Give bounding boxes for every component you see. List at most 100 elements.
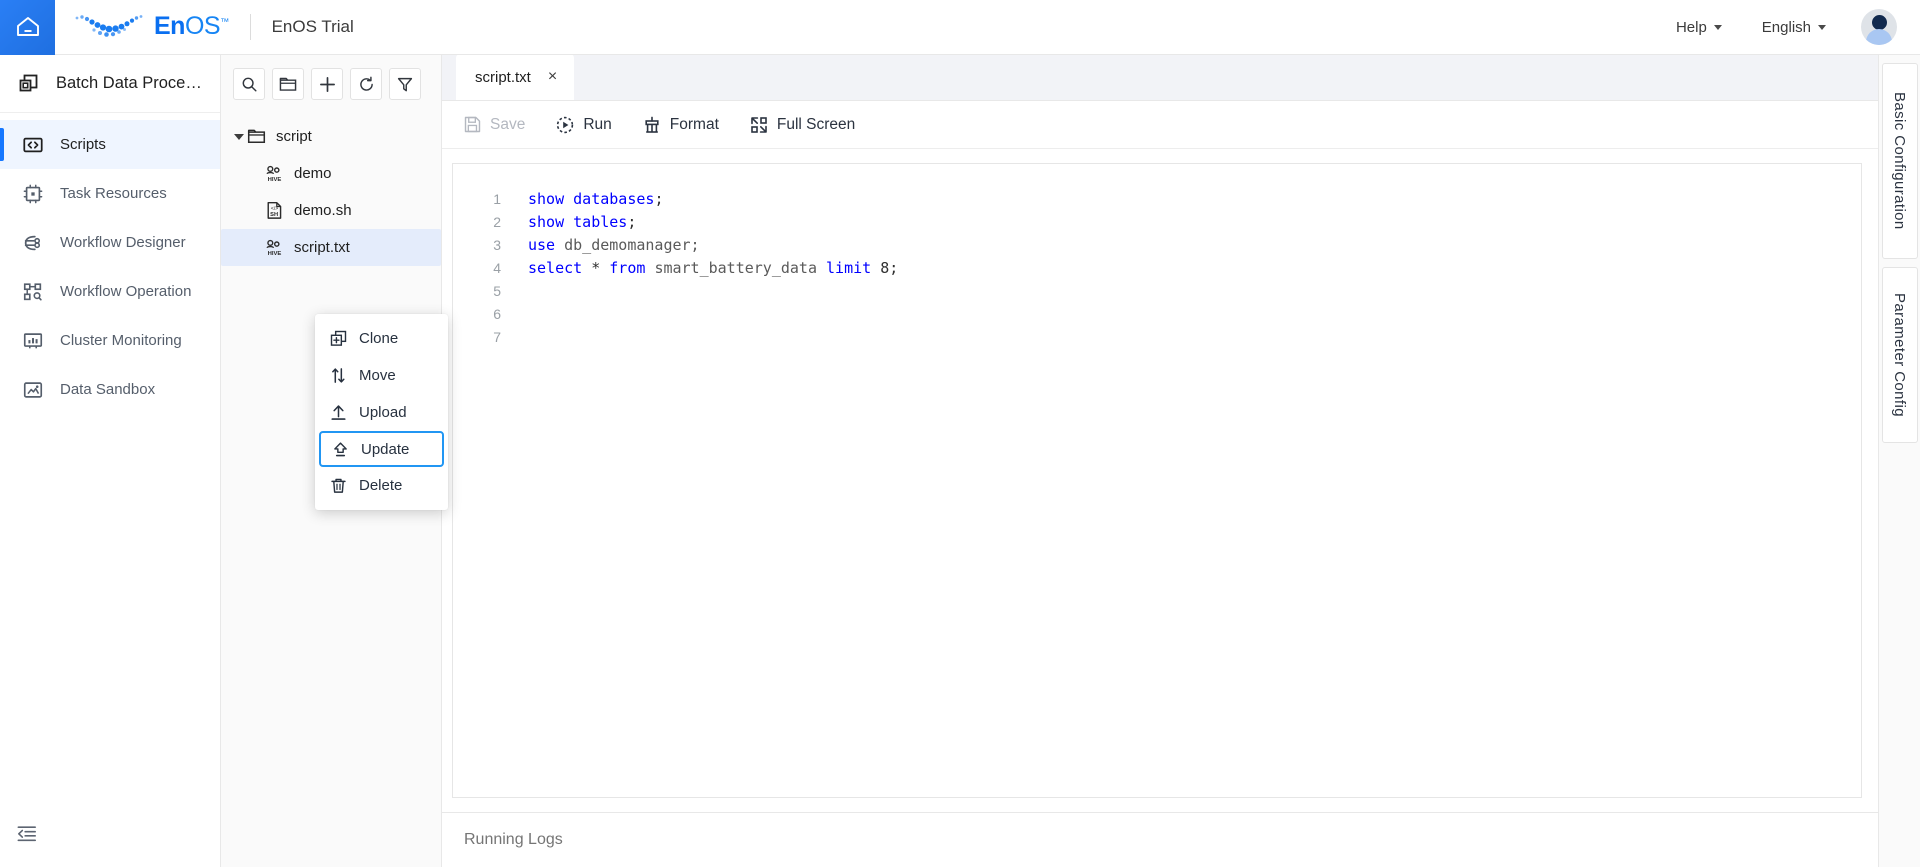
- avatar[interactable]: [1861, 9, 1897, 45]
- code-lines[interactable]: 1 show databases; 2 show tables; 3 use db_dem…: [453, 164, 1861, 349]
- fullscreen-icon: [750, 116, 768, 134]
- code-token: show tables: [528, 213, 628, 231]
- code-brackets-icon: [23, 137, 43, 152]
- code-editor[interactable]: 1 show databases; 2 show tables; 3 use db_dem…: [442, 149, 1878, 812]
- run-button[interactable]: Run: [556, 115, 612, 134]
- refresh-button[interactable]: [350, 68, 382, 100]
- sidebar-item-workflow-designer[interactable]: Workflow Designer: [0, 218, 220, 267]
- context-menu-item-delete[interactable]: Delete: [315, 467, 448, 504]
- search-icon: [242, 77, 257, 92]
- folder-icon: [247, 127, 266, 146]
- editor-tabbar: script.txt ×: [442, 54, 1878, 101]
- upload-icon: [329, 404, 347, 421]
- save-label: Save: [490, 115, 526, 133]
- fullscreen-button[interactable]: Full Screen: [750, 116, 855, 134]
- search-button[interactable]: [233, 68, 265, 100]
- code-line-text: use db_demomanager;: [528, 234, 700, 257]
- code-token: ;: [627, 213, 637, 231]
- format-button[interactable]: Format: [643, 116, 719, 134]
- code-token: db_demomanager;: [564, 236, 700, 254]
- code-token: limit: [826, 259, 881, 277]
- monitor-chart-icon: [23, 332, 43, 348]
- sidebar-item-label: Data Sandbox: [60, 381, 156, 398]
- home-icon: [16, 17, 39, 36]
- code-line: 5: [475, 280, 1861, 303]
- context-menu-item-upload[interactable]: Upload: [315, 394, 448, 431]
- language-label: English: [1761, 18, 1811, 36]
- run-label: Run: [583, 115, 612, 133]
- sidebar-item-data-sandbox[interactable]: Data Sandbox: [0, 365, 220, 414]
- close-icon[interactable]: ×: [548, 68, 557, 86]
- tab-parameter-config[interactable]: Parameter Config: [1881, 267, 1918, 443]
- code-editor-box[interactable]: 1 show databases; 2 show tables; 3 use db_dem…: [452, 163, 1862, 798]
- collapse-sidebar-button[interactable]: [16, 824, 38, 849]
- tree-node-folder[interactable]: script: [221, 118, 441, 155]
- code-line-text: show tables;: [528, 211, 636, 234]
- context-menu[interactable]: Clone Move Upload Update Delete: [315, 314, 448, 510]
- sidebar-item-label: Workflow Designer: [60, 234, 186, 251]
- code-line-number: 6: [493, 306, 501, 322]
- tree-node-label: script.txt: [294, 239, 350, 256]
- hive-file-icon: HIVE: [265, 238, 284, 257]
- home-button[interactable]: [0, 0, 55, 55]
- code-token: smart_battery_data: [654, 259, 827, 277]
- help-menu[interactable]: Help: [1676, 19, 1722, 36]
- sidebar-item-workflow-operation[interactable]: Workflow Operation: [0, 267, 220, 316]
- new-folder-button[interactable]: [272, 68, 304, 100]
- tab-script-txt[interactable]: script.txt ×: [456, 54, 575, 100]
- update-icon: [331, 441, 349, 458]
- code-line-number: 1: [493, 191, 501, 207]
- code-token: select: [528, 259, 592, 277]
- code-line-number: 7: [493, 329, 501, 345]
- sidebar-item-task-resources[interactable]: Task Resources: [0, 169, 220, 218]
- clone-icon: [329, 330, 347, 347]
- main-body: Batch Data Proce… Scripts Task Resources…: [0, 54, 1920, 867]
- add-button[interactable]: [311, 68, 343, 100]
- code-token: use: [528, 236, 565, 254]
- sidebar-item-label: Workflow Operation: [60, 283, 192, 300]
- move-arrows-icon: [329, 367, 347, 384]
- brand-wordmark: EnOS™: [154, 12, 229, 41]
- filter-button[interactable]: [389, 68, 421, 100]
- code-token: 8;: [880, 259, 899, 277]
- parameter-config-label: Parameter Config: [1891, 293, 1908, 417]
- svg-text:HIVE: HIVE: [268, 177, 282, 183]
- avatar-body: [1866, 29, 1892, 45]
- tab-basic-configuration[interactable]: Basic Configuration: [1881, 63, 1918, 259]
- code-token: ;: [654, 190, 664, 208]
- context-menu-item-label: Update: [361, 440, 410, 458]
- collapse-sidebar-icon: [17, 826, 36, 842]
- code-line-text: show databases;: [528, 188, 663, 211]
- plus-icon: [319, 76, 335, 92]
- hive-file-icon: HIVE: [265, 164, 284, 183]
- context-menu-item-clone[interactable]: Clone: [315, 320, 448, 357]
- save-disk-icon: [464, 116, 481, 133]
- code-line: 4 select * from smart_battery_data limit …: [475, 257, 1861, 280]
- help-label: Help: [1675, 18, 1707, 36]
- workflow-designer-icon: [24, 235, 41, 250]
- left-sidebar: Batch Data Proce… Scripts Task Resources…: [0, 55, 221, 867]
- tree-node-demo-sh[interactable]: </> SH demo.sh: [221, 192, 441, 229]
- tree-node-script-txt[interactable]: HIVE script.txt: [221, 229, 441, 266]
- sidebar-nav: Scripts Task Resources Workflow Designer…: [0, 113, 220, 414]
- sidebar-item-scripts[interactable]: Scripts: [0, 120, 220, 169]
- code-line: 2 show tables;: [475, 211, 1861, 234]
- code-line-number: 2: [493, 214, 501, 230]
- context-menu-item-update[interactable]: Update: [319, 431, 444, 467]
- tree-node-label: demo.sh: [294, 202, 352, 219]
- sidebar-item-label: Cluster Monitoring: [60, 332, 182, 349]
- chip-icon: [23, 184, 43, 203]
- chevron-down-icon: [1818, 24, 1826, 30]
- save-button[interactable]: Save: [464, 116, 525, 134]
- trash-icon: [329, 477, 347, 494]
- code-line-text: select * from smart_battery_data limit 8…: [528, 257, 898, 280]
- sidebar-item-cluster-monitoring[interactable]: Cluster Monitoring: [0, 316, 220, 365]
- tree-node-demo[interactable]: HIVE demo: [221, 155, 441, 192]
- context-menu-item-label: Clone: [359, 330, 399, 347]
- context-menu-item-move[interactable]: Move: [315, 357, 448, 394]
- code-line: 7: [475, 326, 1861, 349]
- chevron-down-icon[interactable]: [231, 133, 247, 140]
- running-logs-bar[interactable]: Running Logs: [442, 812, 1878, 867]
- new-folder-icon: [279, 77, 297, 91]
- language-menu[interactable]: English: [1762, 19, 1826, 36]
